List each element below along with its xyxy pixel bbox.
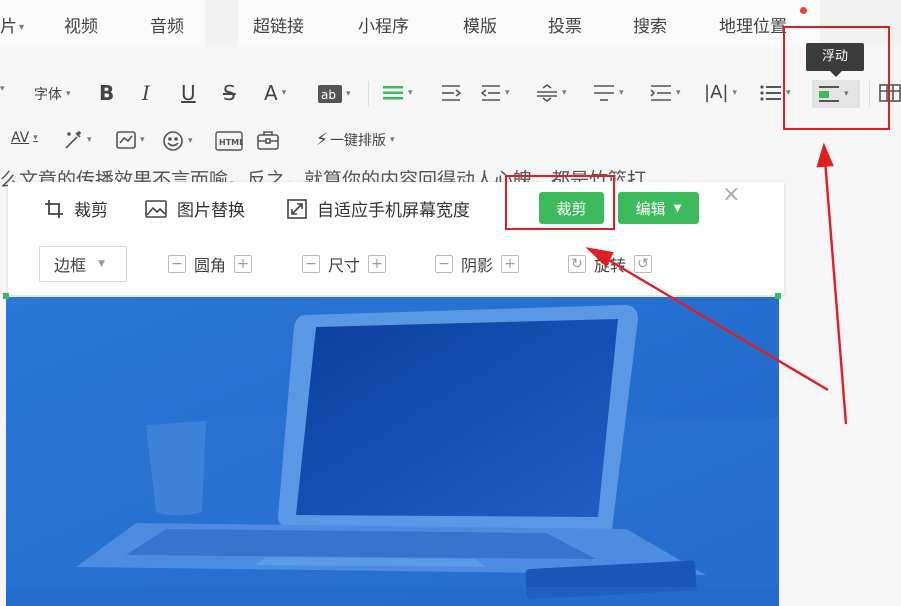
editor-stage: 片 ▾ 视频 音频 超链接 小程序 模版 投票 搜索 地理位置 浮动 ▾ 字体 ▾ … bbox=[0, 0, 901, 606]
arrow-line-crop bbox=[604, 256, 829, 392]
arrow-line-float bbox=[823, 159, 848, 425]
annotation-arrows bbox=[585, 142, 848, 425]
arrow-head-crop bbox=[585, 247, 614, 267]
arrow-head-float bbox=[816, 142, 834, 168]
